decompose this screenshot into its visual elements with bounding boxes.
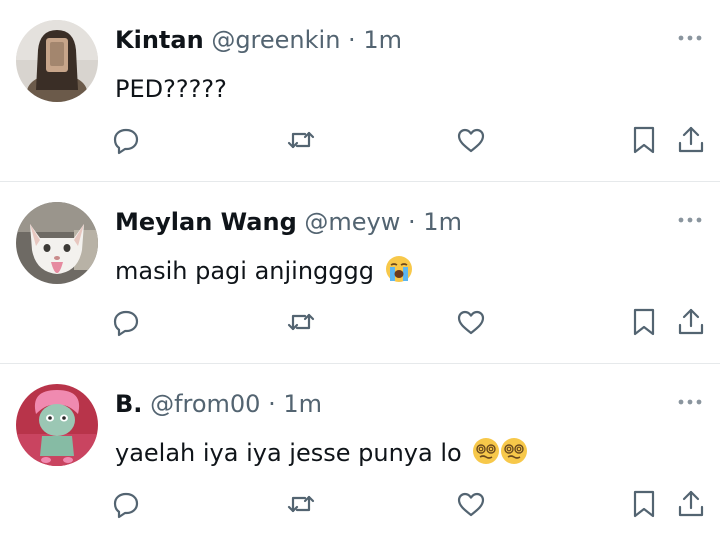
tweet-actions (0, 120, 720, 160)
dizzy-eyes-face-icon (472, 437, 500, 465)
tweet-item[interactable]: Kintan @greenkin · 1m PED????? (0, 0, 720, 182)
avatar[interactable] (16, 202, 98, 284)
tweet-header: Kintan @greenkin · 1m (115, 24, 402, 56)
tweet-text-content: yaelah iya iya jesse punya lo (115, 439, 462, 467)
author-handle[interactable]: @from00 (150, 390, 260, 418)
author-name[interactable]: Meylan Wang (115, 208, 297, 236)
dizzy-eyes-face-icon (500, 437, 528, 465)
timestamp[interactable]: 1m (283, 390, 322, 418)
avatar[interactable] (16, 384, 98, 466)
tweet-text: yaelah iya iya jesse punya lo (115, 436, 528, 470)
author-name[interactable]: B. (115, 390, 142, 418)
timestamp[interactable]: 1m (363, 26, 402, 54)
heart-icon[interactable] (455, 306, 487, 338)
tweet-text: masih pagi anjingggg (115, 254, 413, 288)
separator-dot: · (348, 26, 356, 54)
tweet-actions (0, 302, 720, 342)
reply-icon[interactable] (110, 306, 142, 338)
tweet-header: B. @from00 · 1m (115, 388, 322, 420)
tweet-text: PED????? (115, 72, 227, 106)
author-handle[interactable]: @greenkin (211, 26, 340, 54)
avatar[interactable] (16, 20, 98, 102)
share-icon[interactable] (675, 124, 707, 156)
share-icon[interactable] (675, 488, 707, 520)
separator-dot: · (268, 390, 276, 418)
more-dots-icon[interactable] (676, 28, 704, 48)
retweet-icon[interactable] (285, 124, 317, 156)
timestamp[interactable]: 1m (423, 208, 462, 236)
tweet-header: Meylan Wang @meyw · 1m (115, 206, 462, 238)
bookmark-icon[interactable] (628, 306, 660, 338)
tweet-actions (0, 484, 720, 524)
more-dots-icon[interactable] (676, 392, 704, 412)
retweet-icon[interactable] (285, 488, 317, 520)
heart-icon[interactable] (455, 124, 487, 156)
author-handle[interactable]: @meyw (304, 208, 400, 236)
tweet-text-content: masih pagi anjingggg (115, 257, 374, 285)
tweet-item[interactable]: Meylan Wang @meyw · 1m masih pagi anjing… (0, 182, 720, 364)
tweet-text-content: PED????? (115, 75, 227, 103)
author-name[interactable]: Kintan (115, 26, 204, 54)
retweet-icon[interactable] (285, 306, 317, 338)
heart-icon[interactable] (455, 488, 487, 520)
more-dots-icon[interactable] (676, 210, 704, 230)
share-icon[interactable] (675, 306, 707, 338)
reply-icon[interactable] (110, 488, 142, 520)
reply-icon[interactable] (110, 124, 142, 156)
tweet-item[interactable]: B. @from00 · 1m yaelah iya iya jesse pun… (0, 364, 720, 538)
separator-dot: · (408, 208, 416, 236)
bookmark-icon[interactable] (628, 488, 660, 520)
loudly-crying-face-icon (385, 255, 413, 283)
bookmark-icon[interactable] (628, 124, 660, 156)
